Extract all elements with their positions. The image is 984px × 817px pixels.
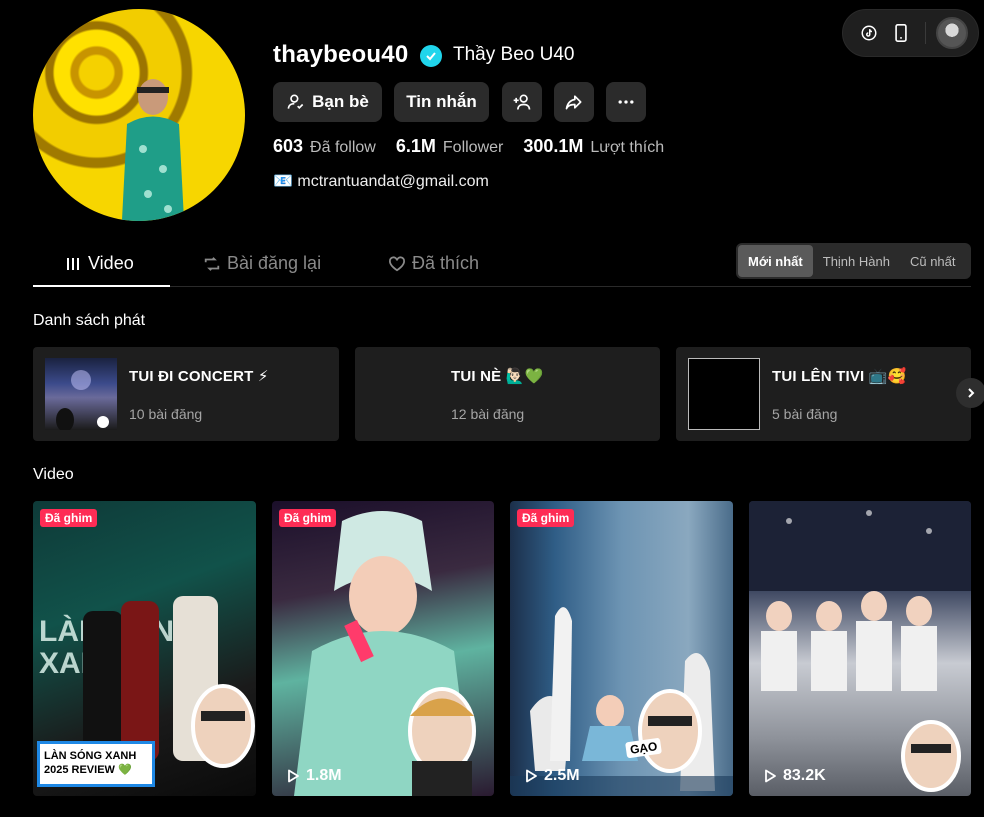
playlist-title: TUI NÈ 🙋🏻‍♂️💚 [451, 368, 544, 385]
profile-avatar [33, 9, 245, 221]
active-tab-underline [33, 285, 170, 287]
playlist-thumbnail [45, 358, 117, 432]
sort-oldest-button[interactable]: Cũ nhất [900, 245, 966, 277]
video-views: 83.2K [763, 767, 826, 785]
sort-latest-button[interactable]: Mới nhất [738, 245, 813, 277]
suggested-accounts-button[interactable] [502, 82, 542, 122]
play-icon [288, 769, 299, 783]
likes-label: Lượt thích [590, 139, 665, 156]
repost-icon [204, 256, 220, 271]
share-icon [565, 95, 582, 110]
user-check-icon [287, 94, 304, 110]
following-count[interactable]: 603 [273, 136, 303, 157]
followers-label: Follower [442, 139, 504, 156]
play-icon [526, 769, 537, 783]
message-button[interactable]: Tin nhắn [394, 82, 489, 122]
tiktok-icon[interactable] [857, 21, 881, 45]
playlist-count: 10 bài đăng [129, 406, 203, 422]
likes-count: 300.1M [523, 136, 584, 156]
chevron-right-icon [968, 388, 975, 398]
profile-username: thaybeou40 [273, 41, 409, 68]
profile-stats: 603 Đã follow 6.1M Follower 300.1M Lượt … [273, 136, 684, 157]
play-icon [765, 769, 776, 783]
profile-bio: 📧 mctrantuandat@gmail.com [273, 173, 489, 190]
video-overlay-text: LÀN SÓNG XANH 2025 REVIEW 💚 [37, 741, 155, 787]
tab-repost-label: Bài đăng lại [227, 253, 322, 273]
tab-liked-label: Đã thích [412, 253, 480, 273]
video-view-count: 83.2K [783, 767, 826, 784]
grid-bars-icon [67, 257, 79, 270]
video-card[interactable]: Đã ghim GẠO 2.5M [510, 501, 733, 796]
video-views: 1.8M [286, 767, 342, 785]
add-user-icon [513, 94, 531, 110]
tab-repost[interactable]: Bài đăng lại [203, 253, 321, 274]
more-options-button[interactable] [606, 82, 646, 122]
video-card[interactable]: LÀN SÓNG XAN Đã ghim LÀN SÓNG XANH 2025 … [33, 501, 256, 796]
video-views: 2.5M [524, 767, 580, 785]
video-card[interactable]: 83.2K [749, 501, 971, 796]
playlist-thumbnail-broken [688, 358, 760, 430]
playlist-card[interactable]: TUI NÈ 🙋🏻‍♂️💚 12 bài đăng [355, 347, 660, 441]
playlist-count: 12 bài đăng [451, 406, 525, 422]
video-view-count: 1.8M [306, 767, 342, 784]
playlist-card[interactable]: TUI ĐI CONCERT ⚡ 10 bài đăng [33, 347, 339, 441]
playlist-title: TUI ĐI CONCERT ⚡ [129, 368, 269, 385]
profile-nickname: Thầy Beo U40 [453, 44, 575, 65]
video-card[interactable]: Đã ghim 1.8M [272, 501, 494, 796]
top-right-toolbar [842, 9, 979, 57]
toolbar-divider [925, 22, 926, 44]
playlists-heading: Danh sách phát [33, 312, 146, 329]
tab-liked[interactable]: Đã thích [388, 253, 479, 274]
share-button[interactable] [554, 82, 594, 122]
pinned-badge: Đã ghim [40, 509, 98, 527]
mobile-phone-icon[interactable] [889, 21, 913, 45]
sort-toggle: Mới nhất Thịnh Hành Cũ nhất [736, 243, 971, 279]
current-user-avatar[interactable] [936, 17, 968, 49]
video-thumbnail [510, 607, 733, 796]
sort-popular-button[interactable]: Thịnh Hành [813, 245, 900, 277]
following-label: Đã follow [310, 139, 376, 156]
playlist-count: 5 bài đăng [772, 406, 838, 422]
tab-video-label: Video [88, 253, 134, 273]
video-view-count: 2.5M [544, 767, 580, 784]
pinned-badge: Đã ghim [279, 509, 337, 527]
playlist-title: TUI LÊN TIVI 📺🥰 [772, 368, 907, 385]
playlist-card[interactable]: TUI LÊN TIVI 📺🥰 5 bài đăng [676, 347, 971, 441]
followers-count[interactable]: 6.1M [396, 136, 436, 157]
heart-lock-icon [389, 255, 405, 271]
videos-heading: Video [33, 466, 74, 483]
video-thumbnail [749, 501, 971, 792]
tab-video[interactable]: Video [66, 253, 134, 274]
pinned-badge: Đã ghim [517, 509, 575, 527]
verified-badge-icon [420, 45, 442, 67]
friends-button[interactable]: Bạn bè [273, 82, 382, 122]
friends-button-label: Bạn bè [312, 92, 369, 111]
playlist-next-button[interactable] [956, 378, 984, 408]
video-thumbnail [294, 511, 476, 796]
more-dots-icon [618, 100, 634, 104]
avatar-person-figure [121, 79, 185, 221]
